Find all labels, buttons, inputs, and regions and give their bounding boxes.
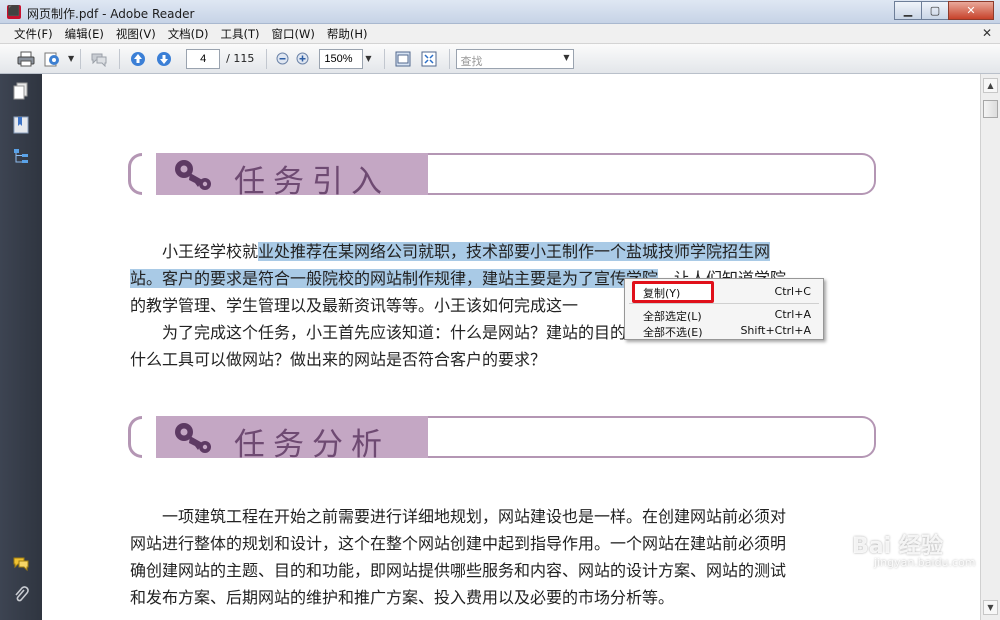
zoom-dropdown-icon[interactable]: ▼ xyxy=(365,54,371,63)
header-bracket xyxy=(128,416,142,458)
model-tree-icon[interactable] xyxy=(13,148,29,166)
print-button[interactable] xyxy=(14,48,38,70)
menu-view[interactable]: 视图(V) xyxy=(110,26,162,42)
comments-icon[interactable] xyxy=(13,554,29,572)
scrollbar-thumb[interactable] xyxy=(983,100,998,118)
text-line[interactable]: 什么工具可以做网站？做出来的网站是否符合客户的要求？ xyxy=(130,346,876,373)
text-line[interactable]: 一项建筑工程在开始之前需要进行详细地规划，网站建设也是一样。在创建网站前必须对 xyxy=(130,503,876,530)
zoom-out-button[interactable] xyxy=(273,48,291,70)
header-frame xyxy=(428,153,876,195)
zoom-in-icon xyxy=(296,52,309,65)
menu-tools[interactable]: 工具(T) xyxy=(215,26,266,42)
zoom-out-icon xyxy=(276,52,289,65)
document-viewport[interactable]: 任务引入 小王经学校就业处推荐在某网络公司就职，技术部要小王制作一个盐城技师学院… xyxy=(42,74,980,620)
header-bracket xyxy=(128,153,142,195)
window-title: 网页制作.pdf - Adobe Reader xyxy=(27,7,195,21)
zoom-level-input[interactable] xyxy=(319,48,364,69)
find-placeholder: 查找 xyxy=(460,54,483,68)
review-button[interactable] xyxy=(87,48,111,70)
toolbar-divider xyxy=(383,48,385,69)
maximize-button[interactable]: ▢ xyxy=(921,1,949,20)
navigation-pane xyxy=(0,74,42,620)
page-number-input[interactable] xyxy=(186,48,221,69)
toolbar-divider xyxy=(80,48,82,69)
close-button[interactable]: ✕ xyxy=(948,1,994,20)
menu-edit[interactable]: 编辑(E) xyxy=(59,26,110,42)
header-frame xyxy=(428,416,876,458)
paragraph-analysis[interactable]: 一项建筑工程在开始之前需要进行详细地规划，网站建设也是一样。在创建网站前必须对 … xyxy=(130,503,876,611)
arrow-up-icon xyxy=(131,51,146,66)
document-close-icon[interactable]: ✕ xyxy=(982,26,992,40)
share-dropdown-icon[interactable]: ▼ xyxy=(68,54,74,63)
next-page-button[interactable] xyxy=(152,48,176,70)
text-line[interactable]: 和发布方案、后期网站的维护和推广方案、投入费用以及必要的市场分析等。 xyxy=(130,584,876,611)
menu-bar: 文件(F) 编辑(E) 视图(V) 文档(D) 工具(T) 窗口(W) 帮助(H… xyxy=(0,24,1000,44)
find-dropdown-icon[interactable]: ▼ xyxy=(563,53,569,62)
text-selection[interactable]: 站。客户的要求是符合一般院校的网站制作规律，建站主要是为了宣传学院 xyxy=(130,269,659,288)
share-button[interactable] xyxy=(40,48,64,70)
fit-page-icon xyxy=(421,51,437,66)
context-menu: 复制(Y) Ctrl+C 全部选定(L) Ctrl+A 全部不选(E) Shif… xyxy=(624,278,824,340)
minimize-button[interactable]: ▁ xyxy=(894,1,922,20)
section-title-intro: 任务引入 xyxy=(234,164,390,200)
chat-icon xyxy=(91,53,107,67)
text-unselected[interactable]: 小王经学校就 xyxy=(162,242,258,261)
attachment-icon[interactable] xyxy=(13,586,29,604)
text-line[interactable]: 小王经学校就业处推荐在某网络公司就职，技术部要小王制作一个盐城技师学院招生网 xyxy=(130,238,876,265)
title-bar: ⬛ 网页制作.pdf - Adobe Reader ▁ ▢ ✕ xyxy=(0,0,1000,24)
toolbar-divider xyxy=(448,48,450,69)
printer-icon xyxy=(17,51,35,66)
menu-help[interactable]: 帮助(H) xyxy=(321,26,374,42)
page-total: / 115 xyxy=(226,52,255,65)
pdf-page[interactable]: 任务引入 小王经学校就业处推荐在某网络公司就职，技术部要小王制作一个盐城技师学院… xyxy=(42,74,980,620)
share-icon xyxy=(44,52,59,66)
key-icon xyxy=(175,423,211,453)
scroll-up-icon[interactable]: ▲ xyxy=(983,78,998,93)
context-menu-deselect-all[interactable]: 全部不选(E) Shift+Ctrl+A xyxy=(625,322,823,340)
toolbar: ▼ / 115 ▼ 查找 ▼ xyxy=(0,44,1000,74)
vertical-scrollbar[interactable]: ▲ ▼ xyxy=(980,74,1000,620)
prev-page-button[interactable] xyxy=(126,48,150,70)
text-selection[interactable]: 业处推荐在某网络公司就职，技术部要小王制作一个盐城技师学院招生网 xyxy=(258,242,771,261)
watermark-url: jingyan.baidu.com xyxy=(874,556,976,569)
adobe-reader-icon: ⬛ xyxy=(7,5,21,19)
scroll-down-icon[interactable]: ▼ xyxy=(983,600,998,615)
pages-icon[interactable] xyxy=(13,82,29,100)
menu-document[interactable]: 文档(D) xyxy=(162,26,215,42)
toolbar-divider xyxy=(266,48,268,69)
find-input[interactable]: 查找 ▼ xyxy=(455,48,574,69)
section-header-analysis: 任务分析 xyxy=(128,416,876,463)
fit-page-button[interactable] xyxy=(417,48,441,70)
window-controls: ▁ ▢ ✕ xyxy=(894,1,994,20)
text-unselected[interactable]: 的教学管理、学生管理以及最新资讯等等。小王该如何完成这一 xyxy=(130,296,578,315)
menu-window[interactable]: 窗口(W) xyxy=(266,26,321,42)
toolbar-divider xyxy=(119,48,121,69)
context-menu-divider xyxy=(629,303,819,304)
text-line[interactable]: 确创建网站的主题、目的和功能，即网站提供哪些服务和内容、网站的设计方案、网站的测… xyxy=(130,557,876,584)
fit-width-button[interactable] xyxy=(391,48,415,70)
section-title-analysis: 任务分析 xyxy=(234,427,390,463)
section-header-intro: 任务引入 xyxy=(128,153,876,200)
arrow-down-icon xyxy=(157,51,172,66)
bookmarks-icon[interactable] xyxy=(13,116,29,134)
zoom-in-button[interactable] xyxy=(293,48,311,70)
key-icon xyxy=(175,160,211,190)
fit-width-icon xyxy=(395,51,411,66)
menu-file[interactable]: 文件(F) xyxy=(8,26,59,42)
context-menu-copy[interactable]: 复制(Y) Ctrl+C xyxy=(625,283,823,301)
text-line[interactable]: 网站进行整体的规划和设计，这个在整个网站创建中起到指导作用。一个网站在建站前必须… xyxy=(130,530,876,557)
